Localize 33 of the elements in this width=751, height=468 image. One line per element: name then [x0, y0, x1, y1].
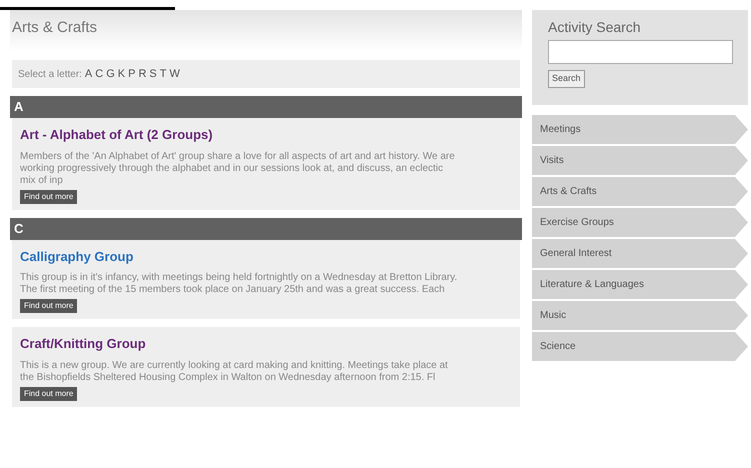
find-out-more-button[interactable]: Find out more — [20, 190, 78, 204]
activity-title[interactable]: Craft/Knitting Group — [20, 334, 146, 354]
page-title: Arts & Crafts — [12, 20, 98, 35]
category-tab[interactable]: Visits — [532, 146, 748, 175]
letter-link[interactable]: G — [106, 66, 115, 82]
letter-link[interactable]: C — [95, 66, 104, 82]
letter-link[interactable]: K — [118, 66, 126, 82]
activity-description: This is a new group. We are currently looking at card making and knitting. Meetings take place at the Bishopfields Sheltered Housing Complex in Walton on Wednesday afternoon from 2:15. Fl — [20, 360, 449, 384]
search-button[interactable]: Search — [548, 70, 585, 88]
activity-description: This group is in it's infancy, with meetings being held fortnightly on a Wednesday at Bretton Library. The first meeting of the 15 members took place on January 25th and was a great success. Each — [20, 272, 458, 296]
letter-label: Select a letter: — [18, 68, 82, 82]
letter-link[interactable]: P — [128, 66, 136, 82]
category-tab[interactable]: Meetings — [532, 115, 748, 144]
find-out-more-button[interactable]: Find out more — [20, 299, 78, 313]
search-field[interactable] — [548, 40, 733, 64]
activity-title[interactable]: Art - Alphabet of Art (2 Groups) — [20, 125, 213, 144]
find-out-more-button[interactable]: Find out more — [20, 386, 78, 400]
letter-link[interactable]: S — [149, 66, 157, 82]
activity-description: Members of the 'An Alphabet of Art' group share a love for all aspects of art and art history. We are working progressively through the alphabet and in our sessions look at, and discuss, an eclectic mix of inp — [20, 150, 456, 186]
letter-link[interactable]: W — [170, 66, 180, 82]
letter-link[interactable]: T — [160, 66, 166, 82]
activity-title[interactable]: Calligraphy Group — [20, 246, 134, 266]
category-tab[interactable]: General Interest — [532, 239, 748, 268]
section-letter: A — [14, 98, 24, 116]
section-letter: C — [14, 220, 24, 238]
letter-link[interactable]: A — [84, 66, 92, 82]
category-tab[interactable]: Exercise Groups — [532, 208, 748, 237]
category-tab[interactable]: Science — [532, 332, 748, 361]
category-tab[interactable]: Arts & Crafts — [532, 177, 748, 206]
letter-link[interactable]: R — [138, 66, 146, 82]
category-tab[interactable]: Music — [532, 301, 748, 330]
search-title: Activity Search — [548, 20, 641, 34]
category-tab[interactable]: Literature & Languages — [532, 270, 748, 299]
